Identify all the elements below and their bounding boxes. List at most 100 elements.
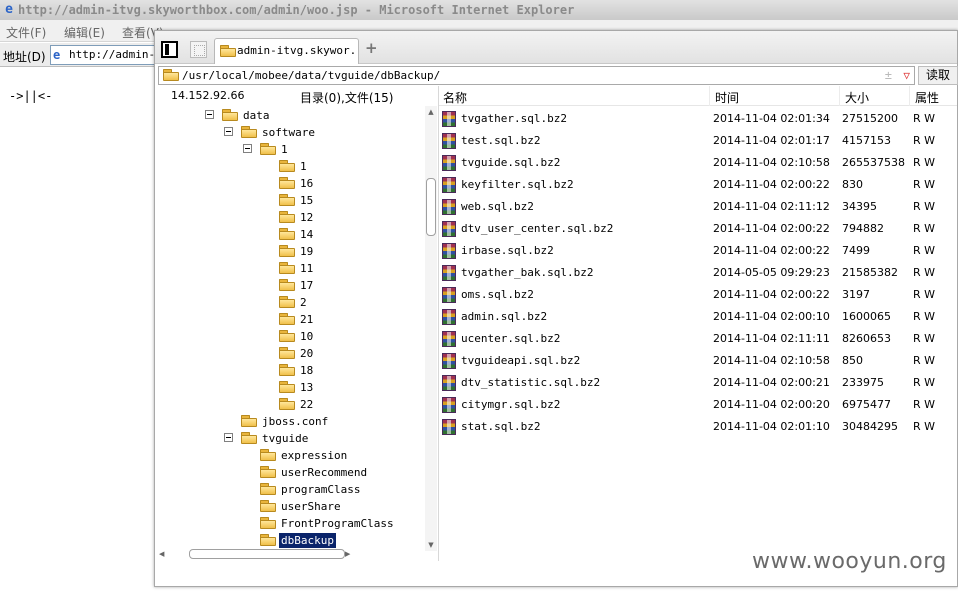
tree-node[interactable]: 21	[155, 311, 425, 328]
tree-node[interactable]: 12	[155, 209, 425, 226]
file-perm: R W	[913, 112, 936, 125]
folder-icon	[222, 109, 238, 121]
tree-node[interactable]: jboss.conf	[155, 413, 425, 430]
tree-node[interactable]: expression	[155, 447, 425, 464]
file-size: 21585382	[842, 266, 898, 279]
file-size: 3197	[842, 288, 870, 301]
collapse-toggle-icon[interactable]	[224, 127, 233, 136]
plus-minus-icon[interactable]: ±	[885, 67, 892, 84]
tree-vertical-scrollbar[interactable]: ▲ ▼	[425, 106, 437, 551]
file-row[interactable]: keyfilter.sql.bz2 2014-11-04 02:00:22 830 R…	[439, 174, 957, 196]
folder-icon	[220, 45, 236, 57]
new-tab-button[interactable]: +	[365, 39, 378, 57]
tree-node-label: 12	[300, 211, 314, 224]
archive-file-icon	[442, 309, 456, 325]
folder-icon	[279, 160, 295, 172]
read-button[interactable]: 读取	[918, 66, 958, 85]
file-name: irbase.sql.bz2	[461, 244, 554, 257]
tree-node-label: data	[243, 109, 270, 122]
file-row[interactable]: test.sql.bz2 2014-11-04 02:01:17 4157153 R …	[439, 130, 957, 152]
tree-node[interactable]: programClass	[155, 481, 425, 498]
dropdown-arrow-icon[interactable]: ▽	[903, 67, 910, 84]
scroll-thumb[interactable]	[426, 178, 436, 236]
menu-edit[interactable]: 编辑(E)	[64, 24, 105, 41]
menu-file[interactable]: 文件(F)	[6, 24, 46, 41]
tree-node[interactable]: 1	[155, 158, 425, 175]
col-name[interactable]: 名称	[443, 89, 467, 106]
folder-icon	[279, 347, 295, 359]
tree-node[interactable]: 1	[155, 141, 425, 158]
file-size: 233975	[842, 376, 884, 389]
tree-node[interactable]: data	[155, 107, 425, 124]
file-row[interactable]: tvguideapi.sql.bz2 2014-11-04 02:10:58 850…	[439, 350, 957, 372]
file-row[interactable]: dtv_user_center.sql.bz2 2014-11-04 02:00:…	[439, 218, 957, 240]
file-row[interactable]: citymgr.sql.bz2 2014-11-04 02:00:20 697547…	[439, 394, 957, 416]
tree-node-label: 22	[300, 398, 314, 411]
col-attr[interactable]: 属性	[915, 89, 939, 106]
tree-node[interactable]: 10	[155, 328, 425, 345]
file-size: 7499	[842, 244, 870, 257]
tree-node[interactable]: userRecommend	[155, 464, 425, 481]
address-input[interactable]: e http://admin-i	[50, 45, 170, 65]
folder-icon	[260, 483, 276, 495]
file-row[interactable]: stat.sql.bz2 2014-11-04 02:01:10 30484295 R…	[439, 416, 957, 438]
tree-node[interactable]: 15	[155, 192, 425, 209]
tree-node[interactable]: 2	[155, 294, 425, 311]
scroll-thumb[interactable]	[189, 549, 345, 559]
tree-node-label: 20	[300, 347, 314, 360]
tree-node[interactable]: 16	[155, 175, 425, 192]
tree-node[interactable]: 19	[155, 243, 425, 260]
collapse-toggle-icon[interactable]	[224, 433, 233, 442]
folder-icon	[163, 69, 179, 81]
tree-horizontal-scrollbar[interactable]: ◀ ▶	[159, 548, 425, 560]
tab-bar: admin-itvg.skywor... +	[155, 31, 957, 64]
scroll-right-icon[interactable]: ▶	[345, 548, 350, 560]
scroll-down-icon[interactable]: ▼	[425, 539, 437, 551]
file-perm: R W	[913, 332, 936, 345]
tab-admin-itvg[interactable]: admin-itvg.skywor...	[214, 38, 359, 64]
file-row[interactable]: tvgather_bak.sql.bz2 2014-05-05 09:29:23 2…	[439, 262, 957, 284]
file-row[interactable]: dtv_statistic.sql.bz2 2014-11-04 02:00:21…	[439, 372, 957, 394]
tree-node[interactable]: FrontProgramClass	[155, 515, 425, 532]
path-input[interactable]: /usr/local/mobee/data/tvguide/dbBackup/ …	[158, 66, 915, 85]
tree-node[interactable]: dbBackup	[155, 532, 425, 549]
file-row[interactable]: oms.sql.bz2 2014-11-04 02:00:22 3197 R W	[439, 284, 957, 306]
tab-label: admin-itvg.skywor...	[237, 44, 359, 57]
file-perm: R W	[913, 178, 936, 191]
tree-node[interactable]: 17	[155, 277, 425, 294]
archive-file-icon	[442, 177, 456, 193]
tree-node[interactable]: 11	[155, 260, 425, 277]
tree-node[interactable]: 14	[155, 226, 425, 243]
file-row[interactable]: ucenter.sql.bz2 2014-11-04 02:11:11 826065…	[439, 328, 957, 350]
tree-node-label: 21	[300, 313, 314, 326]
scroll-up-icon[interactable]: ▲	[425, 106, 437, 118]
tree-node[interactable]: 13	[155, 379, 425, 396]
col-size[interactable]: 大小	[845, 89, 869, 106]
col-time[interactable]: 时间	[715, 89, 739, 106]
file-time: 2014-11-04 02:10:58	[713, 156, 830, 169]
file-row[interactable]: web.sql.bz2 2014-11-04 02:11:12 34395 R W	[439, 196, 957, 218]
tree-node[interactable]: tvguide	[155, 430, 425, 447]
file-size: 4157153	[842, 134, 891, 147]
folder-icon	[260, 500, 276, 512]
file-row[interactable]: tvguide.sql.bz2 2014-11-04 02:10:58 265537…	[439, 152, 957, 174]
tree-node[interactable]: 18	[155, 362, 425, 379]
file-row[interactable]: irbase.sql.bz2 2014-11-04 02:00:22 7499 R W	[439, 240, 957, 262]
file-name: admin.sql.bz2	[461, 310, 548, 323]
file-manager-window: admin-itvg.skywor... + /usr/local/mobee/…	[154, 30, 958, 587]
tree-node-label: expression	[281, 449, 348, 462]
toggle-panel-icon[interactable]	[161, 41, 178, 58]
tree-node[interactable]: software	[155, 124, 425, 141]
file-name: tvguideapi.sql.bz2	[461, 354, 581, 367]
collapse-toggle-icon[interactable]	[205, 110, 214, 119]
collapse-toggle-icon[interactable]	[243, 144, 252, 153]
tree-node[interactable]: userShare	[155, 498, 425, 515]
file-row[interactable]: tvgather.sql.bz2 2014-11-04 02:01:34 27515…	[439, 108, 957, 130]
tree-node[interactable]: 22	[155, 396, 425, 413]
tree-node[interactable]: 20	[155, 345, 425, 362]
scroll-left-icon[interactable]: ◀	[159, 548, 164, 560]
file-row[interactable]: admin.sql.bz2 2014-11-04 02:00:10 1600065 R…	[439, 306, 957, 328]
tree-node-label: 16	[300, 177, 314, 190]
new-window-icon[interactable]	[190, 41, 207, 58]
file-perm: R W	[913, 134, 936, 147]
